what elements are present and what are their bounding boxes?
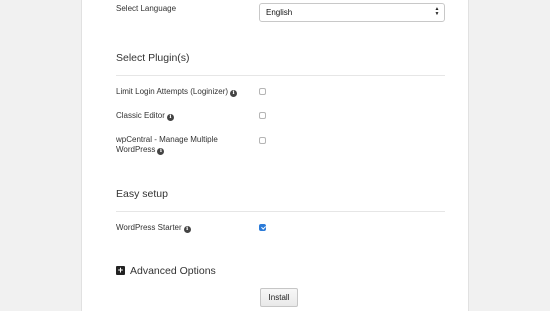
select-plugins-title: Select Plugin(s) (116, 52, 190, 64)
wordpress-starter-checkbox[interactable] (259, 224, 266, 231)
easy-setup-title: Easy setup (116, 188, 168, 200)
plugin-wpcentral-label: wpCentral - Manage Multiple WordPress i (116, 135, 218, 155)
language-select-value: English (266, 8, 293, 17)
info-icon[interactable]: i (166, 114, 174, 121)
select-arrows-icon: ▲ ▼ (434, 6, 440, 17)
plugin-classic-editor-checkbox[interactable] (259, 112, 266, 119)
info-icon[interactable]: i (230, 90, 238, 97)
install-button[interactable]: Install (260, 288, 298, 307)
info-icon[interactable]: i (157, 148, 165, 155)
plugin-loginizer-text: Limit Login Attempts (Loginizer) (116, 87, 229, 96)
plugin-loginizer-checkbox[interactable] (259, 88, 266, 95)
easy-setup-divider (116, 211, 445, 212)
wordpress-starter-text: WordPress Starter (116, 223, 182, 232)
plugin-classic-editor-text: Classic Editor (116, 111, 165, 120)
plugin-wpcentral-checkbox[interactable] (259, 137, 266, 144)
plugin-wpcentral-text-line1: wpCentral - Manage Multiple (116, 135, 218, 144)
wordpress-starter-label: WordPress Starter i (116, 223, 191, 233)
plugin-wpcentral-text-line2: WordPress (116, 145, 156, 154)
info-icon[interactable]: i (183, 226, 191, 233)
advanced-options-toggle[interactable]: Advanced Options (130, 265, 216, 277)
plugin-loginizer-label: Limit Login Attempts (Loginizer) i (116, 87, 238, 97)
plugins-divider (116, 75, 445, 76)
plus-square-icon[interactable]: + (116, 266, 125, 275)
select-language-label: Select Language (116, 4, 177, 13)
language-select[interactable]: English ▲ ▼ (259, 3, 445, 22)
plugin-classic-editor-label: Classic Editor i (116, 111, 174, 121)
